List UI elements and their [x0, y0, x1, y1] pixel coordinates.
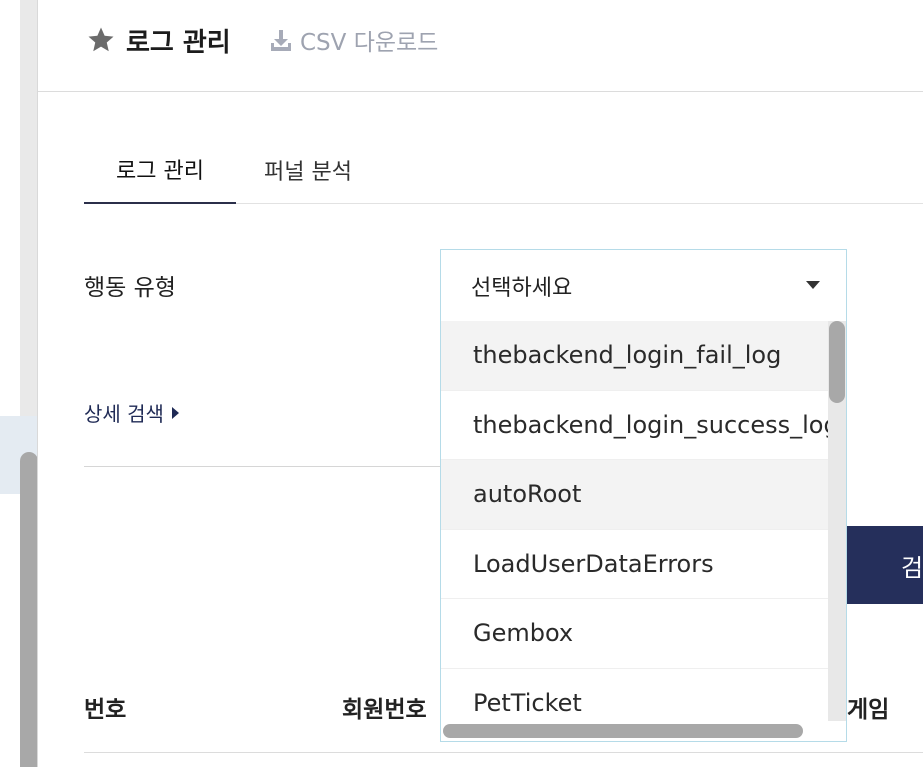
- dropdown-vertical-scrollbar[interactable]: [828, 321, 846, 721]
- tab-bar: 로그 관리 퍼널 분석: [84, 136, 923, 204]
- tab-log-management[interactable]: 로그 관리: [84, 136, 236, 204]
- dropdown-option[interactable]: thebackend_login_success_log: [441, 391, 829, 460]
- column-header-member-number: 회원번호: [342, 697, 427, 723]
- filter-divider: [84, 466, 440, 467]
- column-header-game: 게임: [847, 697, 890, 723]
- search-button[interactable]: 검색: [847, 526, 923, 604]
- table-divider: [84, 752, 923, 753]
- dropdown-vertical-scrollbar-thumb[interactable]: [829, 321, 845, 403]
- dropdown-option[interactable]: LoadUserDataErrors: [441, 530, 829, 599]
- action-type-select[interactable]: 선택하세요: [440, 249, 847, 321]
- page-title-text: 로그 관리: [126, 27, 231, 58]
- download-icon: [271, 30, 291, 51]
- csv-download-button[interactable]: CSV 다운로드: [270, 24, 438, 56]
- dropdown-option[interactable]: Gembox: [441, 599, 829, 669]
- page-header: 로그 관리 CSV 다운로드: [38, 0, 923, 92]
- dropdown-option[interactable]: thebackend_login_fail_log: [441, 321, 829, 391]
- table-header: 번호 회원번호 게임: [84, 690, 923, 730]
- star-icon: [88, 27, 114, 52]
- page-scrollbar-thumb[interactable]: [20, 452, 38, 767]
- page-title: 로그 관리: [86, 18, 231, 62]
- detail-search-toggle[interactable]: 상세 검색: [84, 398, 179, 427]
- dropdown-option[interactable]: autoRoot: [441, 460, 829, 530]
- detail-search-label: 상세 검색: [84, 402, 164, 426]
- action-type-dropdown: thebackend_login_fail_log thebackend_log…: [440, 321, 847, 742]
- select-placeholder: 선택하세요: [471, 276, 573, 301]
- action-type-label: 행동 유형: [84, 275, 176, 301]
- dropdown-options: thebackend_login_fail_log thebackend_log…: [441, 321, 829, 721]
- csv-download-label: CSV 다운로드: [300, 30, 439, 56]
- column-header-number: 번호: [84, 697, 127, 723]
- tab-funnel-analysis[interactable]: 퍼널 분석: [264, 136, 352, 204]
- caret-right-icon: [171, 406, 179, 419]
- sidebar-divider: [37, 0, 38, 767]
- caret-down-icon: [806, 281, 820, 289]
